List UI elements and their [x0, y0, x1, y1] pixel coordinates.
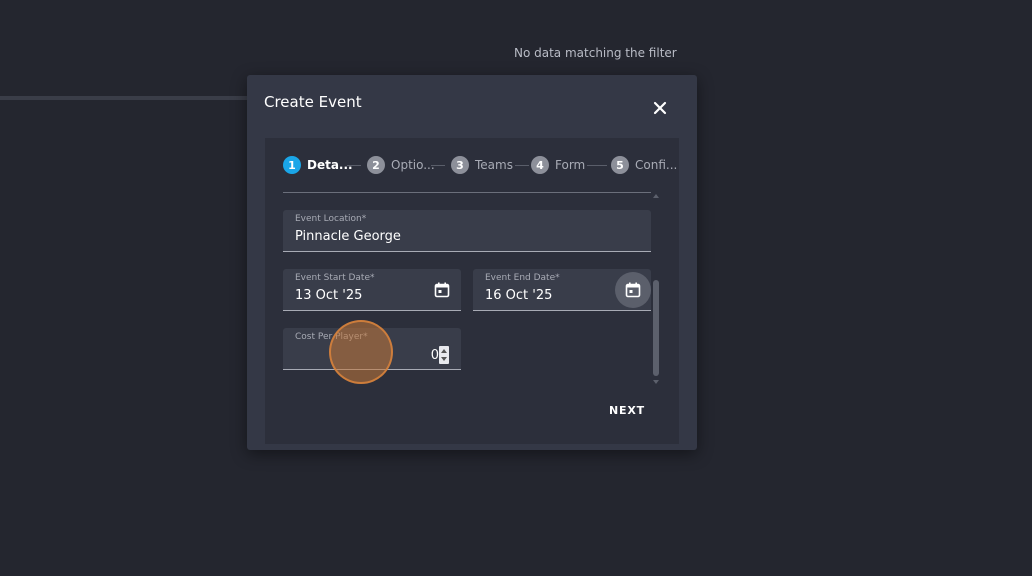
step-label: Teams — [475, 158, 513, 172]
step-number: 4 — [531, 156, 549, 174]
number-stepper[interactable] — [439, 346, 449, 364]
step-connector — [515, 165, 529, 166]
step-form[interactable]: 4 Form — [531, 156, 585, 174]
field-label: Event End Date* — [485, 273, 560, 283]
step-label: Optio... — [391, 158, 435, 172]
empty-state-message: No data matching the filter — [514, 46, 677, 60]
stepper: 1 Deta... 2 Optio... 3 Teams 4 Form 5 Co… — [283, 156, 677, 174]
step-number: 2 — [367, 156, 385, 174]
step-number: 5 — [611, 156, 629, 174]
dialog-title: Create Event — [264, 93, 362, 111]
cost-per-player-field[interactable]: Cost Per Player* 0 — [283, 328, 461, 370]
background-divider — [0, 96, 250, 100]
scroll-up-icon[interactable] — [653, 194, 659, 198]
event-end-date-input[interactable]: 16 Oct '25 — [485, 288, 552, 303]
step-connector — [587, 165, 607, 166]
step-number: 1 — [283, 156, 301, 174]
cost-per-player-input[interactable]: 0 — [431, 348, 439, 363]
field-label: Event Start Date* — [295, 273, 375, 283]
event-start-date-field[interactable]: Event Start Date* 13 Oct '25 — [283, 269, 461, 311]
step-connector — [431, 165, 445, 166]
create-event-dialog: Create Event 1 Deta... 2 Optio... 3 Team… — [247, 75, 697, 450]
event-end-date-field[interactable]: Event End Date* 16 Oct '25 — [473, 269, 651, 311]
event-location-input[interactable]: Pinnacle George — [295, 229, 401, 244]
scroll-down-icon[interactable] — [653, 380, 659, 384]
step-confirm[interactable]: 5 Confi... — [611, 156, 677, 174]
close-icon — [653, 101, 667, 115]
field-label: Event Location* — [295, 214, 367, 224]
calendar-icon[interactable] — [624, 281, 642, 299]
decrement-arrow-icon[interactable] — [441, 357, 447, 361]
field-label: Cost Per Player* — [295, 332, 368, 342]
step-options[interactable]: 2 Optio... — [367, 156, 435, 174]
close-button[interactable] — [650, 98, 670, 118]
step-teams[interactable]: 3 Teams — [451, 156, 513, 174]
step-label: Form — [555, 158, 586, 172]
step-label: Deta... — [307, 158, 353, 172]
step-connector — [347, 165, 361, 166]
step-label: Confi... — [635, 158, 678, 172]
step-number: 3 — [451, 156, 469, 174]
calendar-icon[interactable] — [433, 281, 451, 299]
next-button[interactable]: NEXT — [609, 404, 645, 417]
scrollbar-thumb[interactable] — [653, 280, 659, 376]
step-details[interactable]: 1 Deta... — [283, 156, 353, 174]
scrollbar[interactable] — [653, 194, 659, 384]
stepper-divider — [283, 192, 651, 193]
increment-arrow-icon[interactable] — [441, 349, 447, 353]
dialog-content: 1 Deta... 2 Optio... 3 Teams 4 Form 5 Co… — [265, 138, 679, 444]
event-start-date-input[interactable]: 13 Oct '25 — [295, 288, 362, 303]
event-location-field[interactable]: Event Location* Pinnacle George — [283, 210, 651, 252]
